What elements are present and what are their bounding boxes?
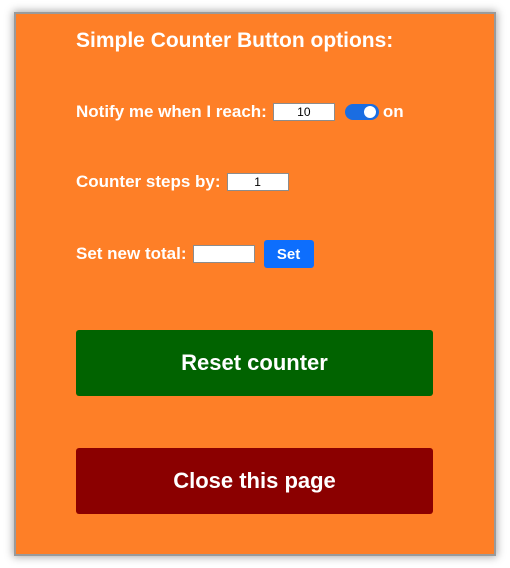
page-title: Simple Counter Button options:	[76, 29, 394, 52]
close-page-button[interactable]: Close this page	[76, 448, 433, 514]
reset-counter-button[interactable]: Reset counter	[76, 330, 433, 396]
notify-threshold-input[interactable]	[272, 103, 335, 121]
new-total-input[interactable]	[192, 245, 255, 263]
notify-label: Notify me when I reach:	[76, 102, 267, 121]
new-total-label: Set new total:	[76, 244, 187, 263]
new-total-row: Set new total: Set	[76, 240, 314, 268]
steps-label: Counter steps by:	[76, 172, 221, 191]
notify-row: Notify me when I reach: on	[76, 102, 404, 122]
notify-toggle-switch[interactable]	[344, 104, 379, 120]
toggle-knob	[363, 106, 376, 118]
steps-row: Counter steps by:	[76, 172, 289, 192]
options-panel: Simple Counter Button options: Notify me…	[16, 14, 494, 554]
set-total-button[interactable]: Set	[263, 240, 314, 268]
steps-input[interactable]	[226, 173, 289, 191]
notify-toggle-label: on	[382, 102, 404, 121]
